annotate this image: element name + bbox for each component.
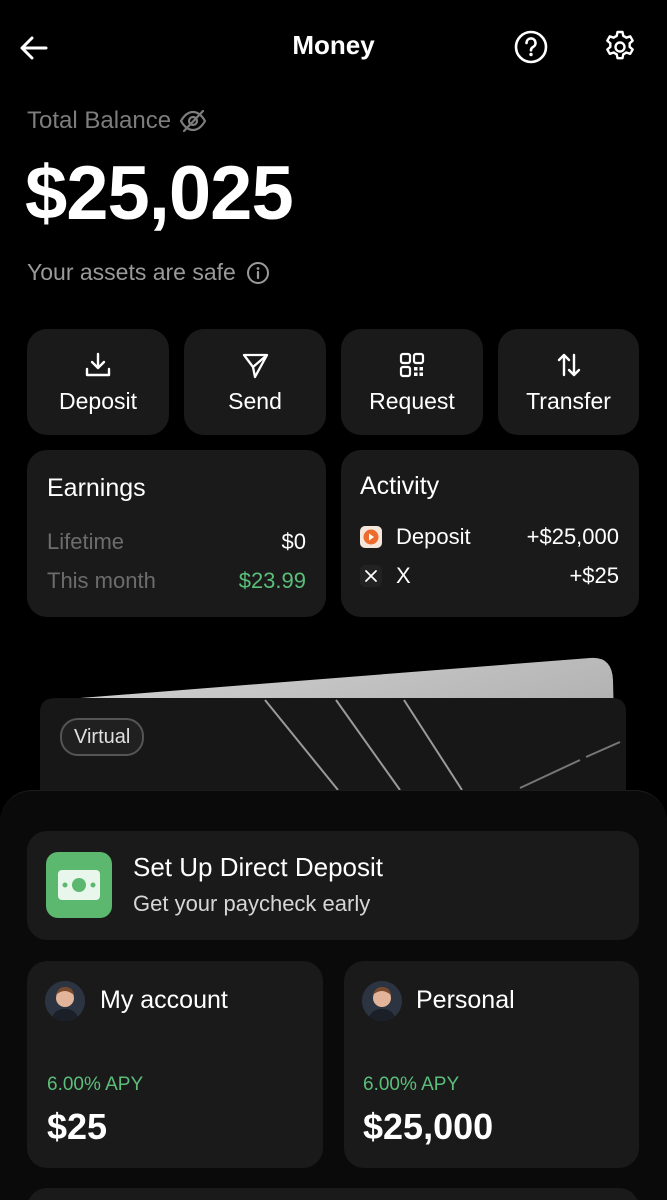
deposit-button[interactable]: Deposit: [27, 329, 169, 435]
this-month-value: $23.99: [238, 568, 306, 593]
my-account-card[interactable]: My account 6.00% APY $25: [27, 961, 323, 1168]
money-screen: Money Total Balance $25,025 Your assets …: [0, 0, 667, 1200]
avatar: [362, 981, 402, 1021]
total-balance-text: Total Balance: [27, 107, 172, 134]
deposit-app-icon: [360, 526, 382, 548]
avatar: [45, 981, 85, 1021]
info-icon[interactable]: [246, 261, 270, 285]
send-button[interactable]: Send: [184, 329, 326, 435]
activity-deposit-label: Deposit: [396, 524, 471, 549]
lifetime-label: Lifetime: [47, 529, 125, 554]
personal-account-card[interactable]: Personal 6.00% APY $25,000: [344, 961, 639, 1168]
my-account-amount: $25: [47, 1106, 108, 1147]
send-label: Send: [228, 387, 282, 414]
virtual-badge: Virtual: [60, 718, 145, 756]
send-icon: [242, 353, 269, 378]
assets-safe-text: Your assets are safe: [27, 259, 236, 285]
question-circle-icon: [514, 30, 548, 64]
next-tile-peek: [27, 1188, 639, 1200]
cash-icon: [46, 852, 112, 918]
total-balance-label: Total Balance: [27, 107, 207, 135]
my-account-apy: 6.00% APY: [47, 1074, 144, 1095]
gear-icon: [606, 30, 634, 60]
request-label: Request: [369, 387, 455, 414]
help-button[interactable]: [510, 26, 552, 68]
request-button[interactable]: Request: [341, 329, 483, 435]
eye-off-icon[interactable]: [179, 109, 207, 133]
lifetime-value: $0: [281, 529, 306, 554]
my-account-name: My account: [100, 986, 228, 1014]
transfer-label: Transfer: [526, 387, 611, 414]
deposit-label: Deposit: [59, 387, 137, 414]
personal-account-amount: $25,000: [363, 1106, 494, 1147]
qr-code-icon: [399, 352, 425, 377]
direct-deposit-title: Set Up Direct Deposit: [133, 852, 383, 882]
transfer-arrows-icon: [557, 353, 580, 376]
balance-amount: $25,025: [25, 151, 294, 236]
x-logo-icon: [360, 565, 382, 587]
activity-x-value: +$25: [569, 563, 619, 588]
earnings-title: Earnings: [47, 474, 146, 502]
transfer-button[interactable]: Transfer: [498, 329, 639, 435]
activity-title: Activity: [360, 472, 440, 500]
settings-button[interactable]: [599, 26, 641, 68]
earnings-card[interactable]: Earnings Lifetime $0 This month $23.99: [27, 450, 326, 617]
activity-x-label: X: [396, 563, 411, 588]
direct-deposit-card[interactable]: Set Up Direct Deposit Get your paycheck …: [27, 831, 639, 940]
page-title: Money: [292, 30, 375, 60]
personal-account-apy: 6.00% APY: [363, 1074, 460, 1095]
this-month-label: This month: [47, 568, 156, 593]
direct-deposit-subtitle: Get your paycheck early: [133, 891, 371, 916]
activity-deposit-value: +$25,000: [526, 524, 619, 549]
personal-account-name: Personal: [416, 986, 515, 1014]
assets-safe-row[interactable]: Your assets are safe: [27, 259, 270, 286]
download-icon: [85, 352, 111, 376]
activity-card[interactable]: Activity Deposit +$25,000 X +$25: [341, 450, 639, 617]
